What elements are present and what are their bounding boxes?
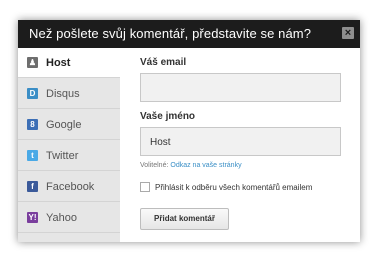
sidebar-item-label: Twitter <box>46 149 79 162</box>
login-dialog: Než pošlete svůj komentář, představite s… <box>18 20 360 242</box>
sidebar-item-label: Host <box>46 56 71 69</box>
sidebar-item-label: Google <box>46 118 82 131</box>
optional-prefix: Volitelné: <box>140 162 169 169</box>
twitter-icon: t <box>27 150 38 161</box>
subscribe-label[interactable]: Přihlásit k odběru všech komentářů email… <box>155 183 312 192</box>
sidebar-item-twitter[interactable]: t Twitter <box>18 141 120 171</box>
sidebar-item-label: Disqus <box>46 87 80 100</box>
sidebar-item-disqus[interactable]: D Disqus <box>18 79 120 109</box>
subscribe-row: Přihlásit k odběru všech komentářů email… <box>140 182 312 192</box>
sidebar-item-label: Yahoo <box>46 211 77 224</box>
add-comment-button[interactable]: Přidat komentář <box>140 208 229 230</box>
guest-form: Váš email Vaše jméno Host Volitelné: Odk… <box>120 48 360 242</box>
sidebar-item-host[interactable]: ♟ Host <box>18 48 120 78</box>
name-field[interactable]: Host <box>140 127 341 156</box>
dialog-titlebar: Než pošlete svůj komentář, představite s… <box>18 20 360 48</box>
sidebar-item-yahoo[interactable]: Y! Yahoo <box>18 203 120 233</box>
email-label: Váš email <box>140 57 187 68</box>
sidebar-item-facebook[interactable]: f Facebook <box>18 172 120 202</box>
yahoo-icon: Y! <box>27 212 38 223</box>
name-label: Vaše jméno <box>140 111 196 122</box>
website-hint: Volitelné: Odkaz na vaše stránky <box>140 162 242 169</box>
user-icon: ♟ <box>27 57 38 68</box>
facebook-icon: f <box>27 181 38 192</box>
sidebar-item-google[interactable]: 8 Google <box>18 110 120 140</box>
sidebar-item-label: Facebook <box>46 180 95 193</box>
website-link[interactable]: Odkaz na vaše stránky <box>170 162 241 169</box>
email-field[interactable] <box>140 73 341 102</box>
google-icon: 8 <box>27 119 38 130</box>
provider-sidebar: ♟ Host D Disqus 8 Google t Twitter f Fac… <box>18 48 120 242</box>
close-icon[interactable]: × <box>342 27 354 39</box>
dialog-title: Než pošlete svůj komentář, představite s… <box>29 26 312 41</box>
disqus-icon: D <box>27 88 38 99</box>
subscribe-checkbox[interactable] <box>140 182 150 192</box>
